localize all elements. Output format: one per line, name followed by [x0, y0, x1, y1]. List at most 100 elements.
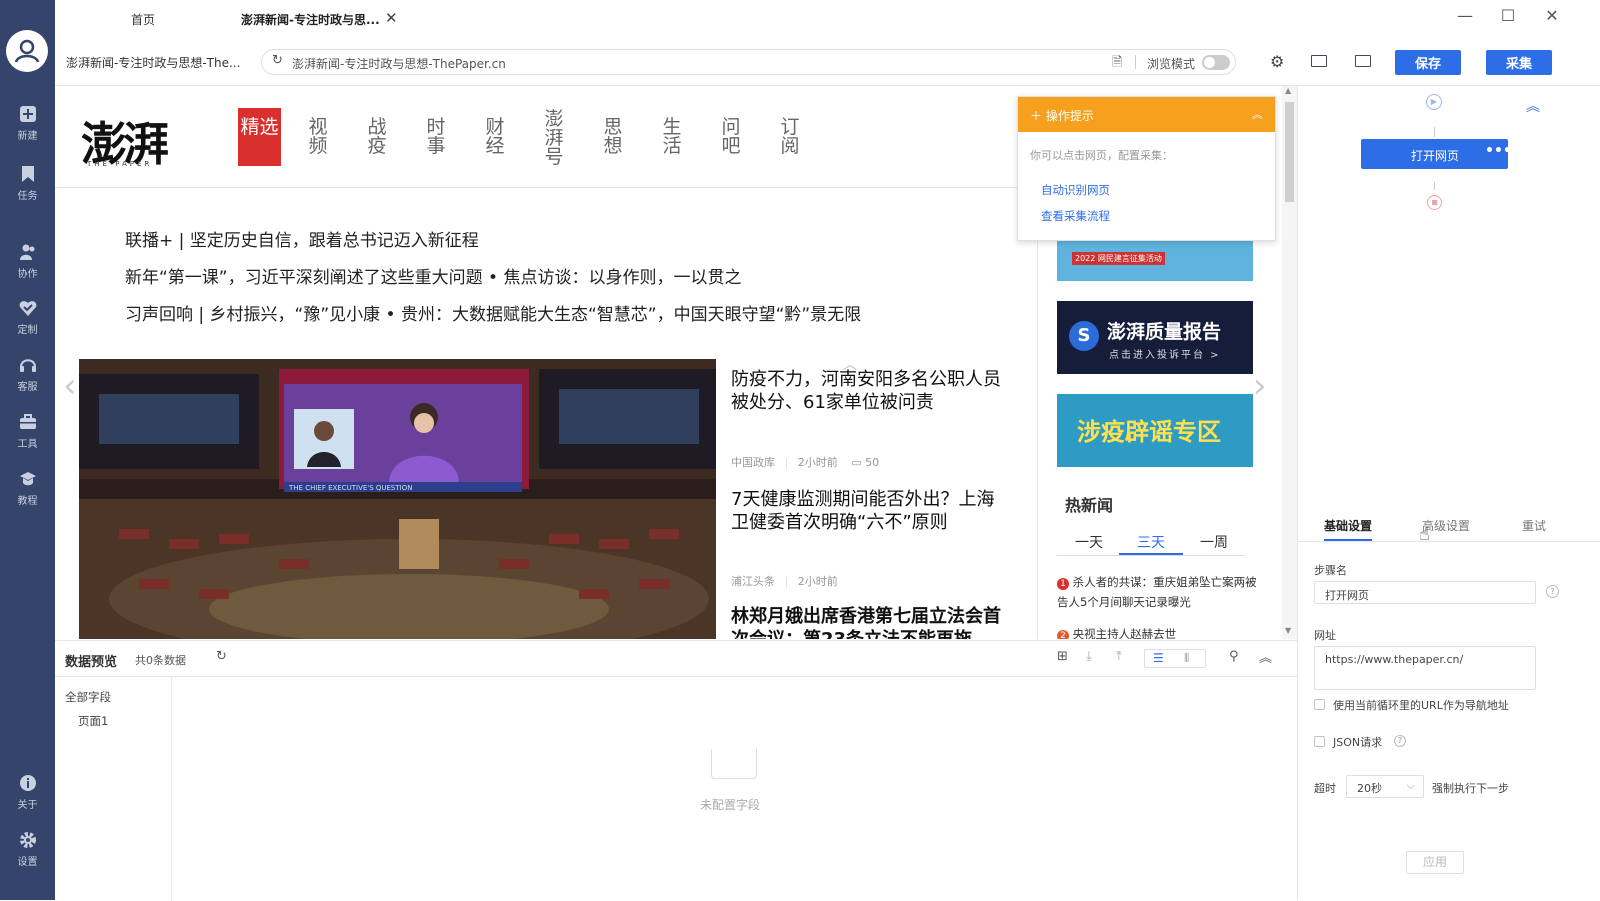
scroll-thumb[interactable]: [1285, 102, 1294, 202]
webpage-view[interactable]: 澎湃 THE PAPER 精选 视频 战疫 时事 财经 澎湃号 思想 生活 问吧…: [55, 86, 1297, 639]
maximize-icon[interactable]: ☐: [1493, 6, 1523, 25]
hot-tab-three-days[interactable]: 三天: [1137, 532, 1165, 552]
scroll-down-icon[interactable]: ▼: [1285, 626, 1291, 635]
collapse-icon[interactable]: ︽: [1252, 106, 1263, 122]
view-process-link[interactable]: 查看采集流程: [1041, 208, 1110, 224]
hot-news-item[interactable]: 2 央视主持人赵赫去世: [1057, 624, 1257, 639]
play-icon[interactable]: ▶: [1426, 94, 1442, 110]
graduation-icon: [18, 469, 38, 489]
tab-retry[interactable]: 重试: [1522, 517, 1546, 534]
refresh-icon[interactable]: ↻: [272, 53, 283, 68]
step-name-input[interactable]: 打开网页: [1314, 581, 1536, 604]
sidebar-item-new[interactable]: 新建: [0, 104, 55, 152]
auto-detect-link[interactable]: 自动识别网页: [1041, 182, 1110, 198]
json-request-label: JSON请求: [1333, 736, 1383, 749]
refresh-icon[interactable]: ↻: [216, 649, 227, 664]
headline[interactable]: 联播+ | 坚定历史自信，跟着总书记迈入新征程: [125, 226, 479, 251]
hot-tab-week[interactable]: 一周: [1200, 532, 1228, 552]
minimize-icon[interactable]: —: [1450, 6, 1480, 25]
document-icon[interactable]: 🗎: [1112, 53, 1122, 75]
tab-bar: 首页 澎湃新闻-专注时政与思... ✕ — ☐ ✕: [55, 0, 1600, 40]
column-divider: [1037, 187, 1038, 639]
article-title[interactable]: 7天健康监测期间能否外出？上海卫健委首次明确“六不”原则: [731, 488, 1001, 534]
sidebar-item-tutorial[interactable]: 教程: [0, 469, 55, 517]
hot-news-text[interactable]: 杀人者的共谋：重庆姐弟坠亡案两被告人5个月间聊天记录曝光: [1057, 575, 1257, 609]
empty-box-icon: [711, 749, 757, 779]
nav-item-life[interactable]: 生活: [659, 118, 685, 156]
nav-item-video[interactable]: 视频: [305, 118, 331, 156]
sidebar-item-support[interactable]: 客服: [0, 355, 55, 403]
nav-item-subscribe[interactable]: 订阅: [777, 118, 803, 156]
settings-icon[interactable]: ⚙: [1270, 52, 1284, 71]
filter-icon[interactable]: ⚲: [1229, 649, 1239, 664]
nav-item-epidemic[interactable]: 战疫: [364, 118, 390, 156]
banner-rumor[interactable]: 涉疫辟谣专区: [1057, 394, 1253, 467]
list-view-icon[interactable]: ☰: [1153, 651, 1164, 665]
tip-header[interactable]: ＋ 操作提示 ︽: [1018, 97, 1275, 132]
apply-button[interactable]: 应用: [1406, 851, 1464, 874]
article-title[interactable]: 林郑月娥出席香港第七届立法会首次会议：第23条立法不能再拖: [731, 605, 1001, 639]
sidebar-item-collab[interactable]: 协作: [0, 242, 55, 290]
webpage-scrollbar[interactable]: ▲ ▼: [1282, 86, 1297, 639]
carousel-next-icon[interactable]: ›: [1253, 366, 1267, 406]
scroll-up-icon[interactable]: ▲: [1285, 86, 1291, 95]
all-fields[interactable]: 全部字段: [65, 689, 111, 705]
nav-item-ask[interactable]: 问吧: [718, 118, 744, 156]
close-window-icon[interactable]: ✕: [1537, 6, 1567, 25]
url-input[interactable]: https://www.thepaper.cn/: [1314, 646, 1536, 690]
carousel-prev-icon[interactable]: ‹: [63, 366, 77, 406]
more-icon[interactable]: •••: [1485, 143, 1512, 159]
sidebar-item-tasks[interactable]: 任务: [0, 164, 55, 212]
sidebar-item-custom[interactable]: 定制: [0, 298, 55, 346]
article-source[interactable]: 浦江头条: [731, 575, 775, 588]
sidebar-item-about[interactable]: 关于: [0, 773, 55, 821]
collapse-flow-icon[interactable]: ︽: [1526, 96, 1540, 116]
tab-home[interactable]: 首页: [131, 11, 155, 28]
tab-close-icon[interactable]: ✕: [385, 9, 398, 27]
use-loop-url-checkbox[interactable]: [1314, 699, 1325, 710]
article-comments: 50: [865, 456, 880, 469]
nav-item-current[interactable]: 时事: [423, 118, 449, 156]
url-text[interactable]: 澎湃新闻-专注时政与思想-ThePaper.cn: [292, 55, 506, 72]
nav-item-pengpai[interactable]: 澎湃号: [541, 110, 567, 167]
nav-item-featured[interactable]: 精选: [238, 108, 281, 166]
plus-icon: [18, 104, 38, 124]
feature-image[interactable]: THE CHIEF EXECUTIVE'S QUESTION: [79, 359, 716, 639]
view-switch[interactable]: ☰ ⦀: [1144, 649, 1206, 668]
upload-icon[interactable]: ⤒: [1116, 649, 1122, 664]
help-icon[interactable]: ?: [1394, 735, 1406, 747]
headline[interactable]: 习声回响 | 乡村振兴，“豫”见小康 • 贵州：大数据赋能大生态“智慧芯”，中国…: [125, 300, 861, 325]
banner-quality-report[interactable]: S 澎湃质量报告 点击进入投诉平台 >: [1057, 301, 1253, 374]
browse-mode-toggle[interactable]: [1202, 55, 1230, 70]
json-request-checkbox[interactable]: [1314, 736, 1325, 747]
tip-title: 操作提示: [1045, 109, 1094, 123]
sidebar-item-settings[interactable]: 设置: [0, 830, 55, 878]
help-icon[interactable]: ?: [1546, 585, 1559, 598]
nav-item-finance[interactable]: 财经: [482, 118, 508, 156]
tab-basic-settings[interactable]: 基础设置: [1324, 517, 1372, 534]
nav-item-thought[interactable]: 思想: [600, 118, 626, 156]
window-layout-icon[interactable]: [1355, 55, 1371, 67]
download-icon[interactable]: ⤓: [1086, 649, 1092, 664]
card-icon[interactable]: [1311, 55, 1327, 67]
stop-icon[interactable]: [1427, 195, 1442, 210]
hot-news-text[interactable]: 央视主持人赵赫去世: [1073, 627, 1177, 639]
save-button[interactable]: 保存: [1395, 50, 1461, 75]
flow-step-label: 打开网页: [1411, 149, 1460, 163]
article-source[interactable]: 中国政库: [731, 456, 775, 469]
column-view-icon[interactable]: ⦀: [1184, 651, 1189, 666]
hot-tab-day[interactable]: 一天: [1075, 532, 1103, 552]
collect-button[interactable]: 采集: [1486, 50, 1552, 75]
flow-step-open-page[interactable]: 打开网页 •••: [1361, 139, 1512, 169]
user-avatar[interactable]: [6, 30, 48, 72]
sidebar-item-tools[interactable]: 工具: [0, 412, 55, 460]
tab-active[interactable]: 澎湃新闻-专注时政与思...: [241, 11, 380, 28]
article-title[interactable]: 防疫不力，河南安阳多名公职人员被处分、61家单位被问责: [731, 368, 1001, 414]
timeout-select[interactable]: 20秒 ⌵: [1346, 775, 1424, 798]
collapse-up-icon[interactable]: ︽: [1259, 647, 1272, 666]
headline[interactable]: 新年“第一课”，习近平深刻阐述了这些重大问题 • 焦点访谈：以身作则，一以贯之: [125, 263, 741, 288]
page1-node[interactable]: 页面1: [78, 713, 108, 729]
hot-news-item[interactable]: 1 杀人者的共谋：重庆姐弟坠亡案两被告人5个月间聊天记录曝光: [1057, 572, 1257, 612]
url-bar[interactable]: ↻ 澎湃新闻-专注时政与思想-ThePaper.cn 🗎 浏览模式: [261, 49, 1236, 75]
add-field-icon[interactable]: ⊞: [1057, 649, 1068, 664]
